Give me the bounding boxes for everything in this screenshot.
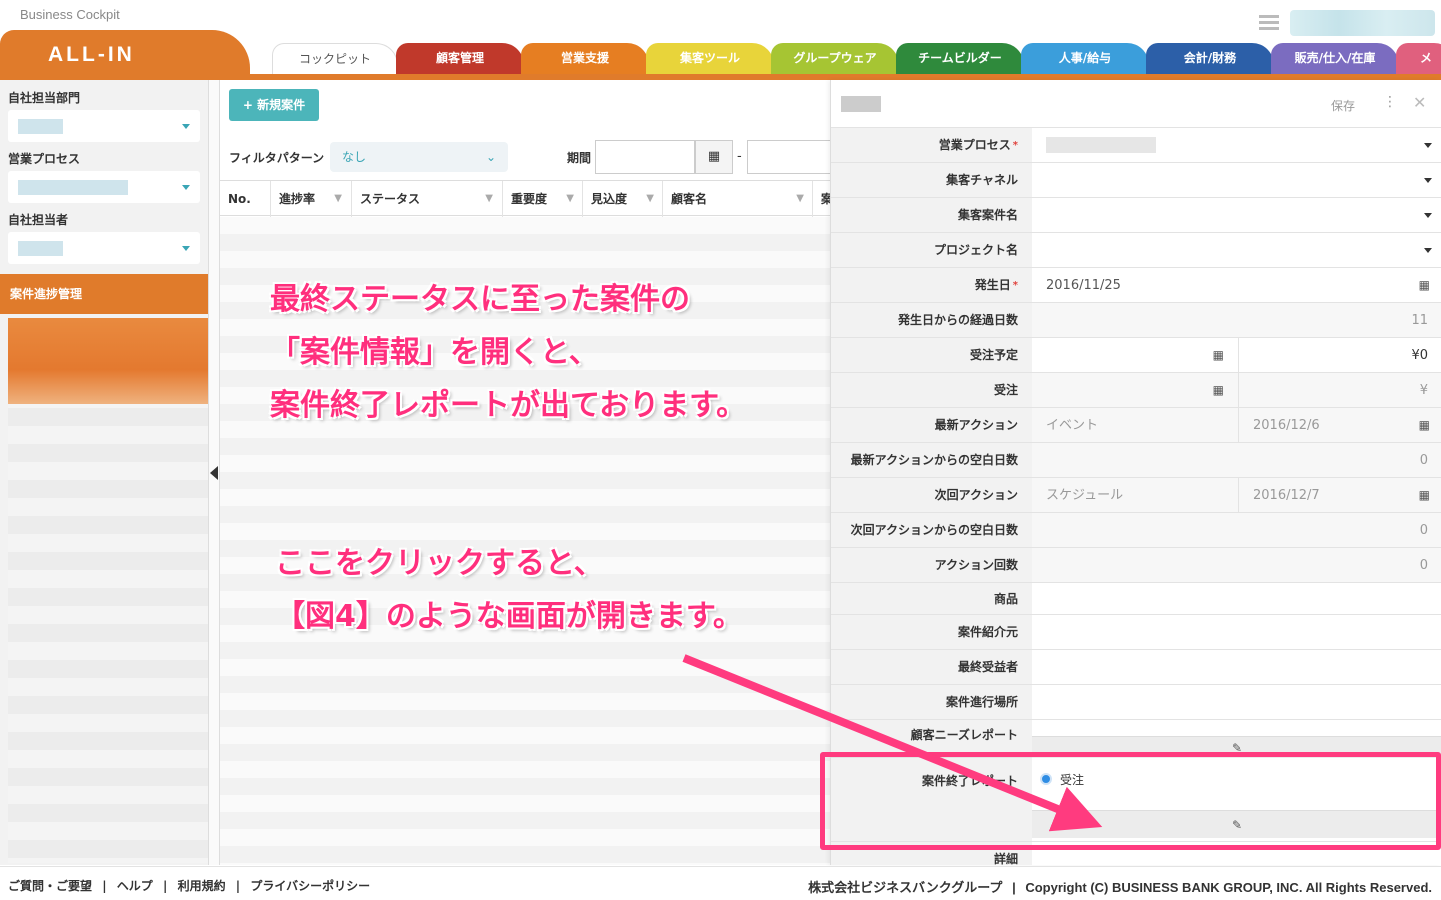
footer-link-privacy[interactable]: プライバシーポリシー: [250, 879, 370, 893]
copyright: 株式会社ビジネスバンクグループ | Copyright (C) BUSINESS…: [808, 880, 1432, 895]
footer-link-help[interactable]: ヘルプ: [117, 879, 153, 893]
footer: ご質問・ご要望 | ヘルプ | 利用規約 | プライバシーポリシー 株式会社ビジ…: [0, 866, 1441, 900]
footer-links: ご質問・ご要望 | ヘルプ | 利用規約 | プライバシーポリシー: [8, 879, 371, 893]
arrow-line: [682, 654, 1103, 832]
footer-link-inquiry[interactable]: ご質問・ご要望: [8, 879, 92, 893]
footer-link-terms[interactable]: 利用規約: [178, 879, 226, 893]
annotation-arrow: [682, 654, 1103, 832]
